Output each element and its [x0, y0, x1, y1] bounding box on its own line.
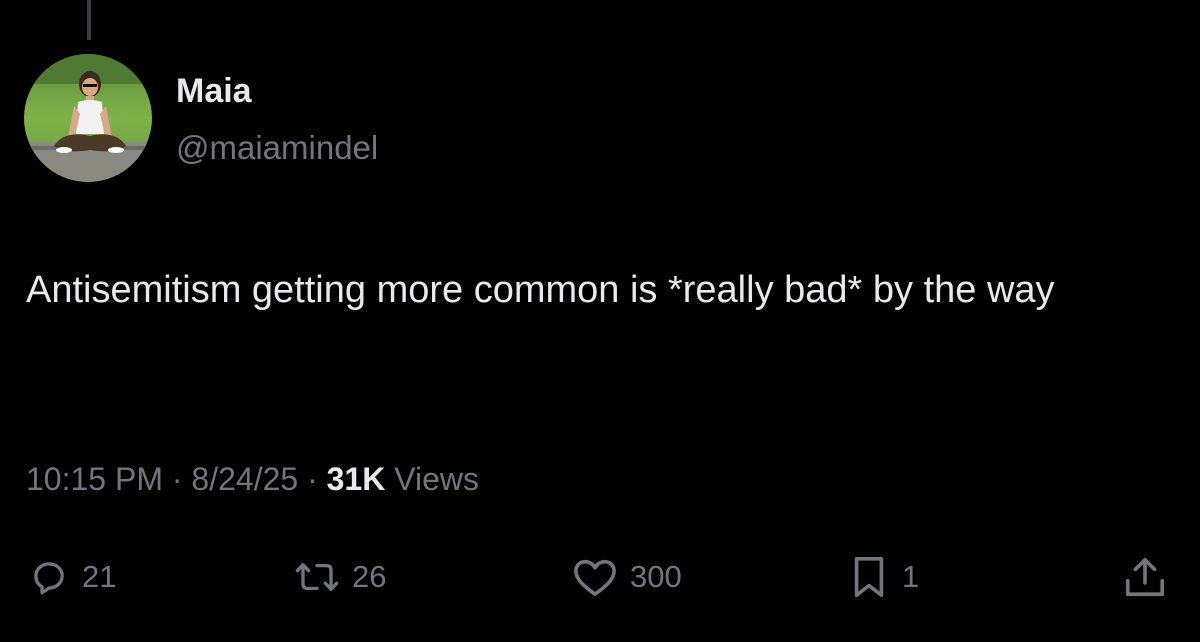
repost-count: 26: [352, 559, 387, 594]
views-count[interactable]: 31K: [327, 461, 386, 497]
author-name[interactable]: Maia: [176, 72, 252, 111]
repost-button[interactable]: 26: [294, 552, 386, 602]
share-icon: [1125, 557, 1165, 597]
thread-connector-line: [87, 0, 91, 40]
meta-separator: ·: [171, 461, 183, 497]
action-bar: 21 26 300 1: [0, 552, 1200, 602]
bookmark-button[interactable]: 1: [848, 552, 919, 602]
tweet-time[interactable]: 10:15 PM: [26, 461, 163, 497]
tweet-metadata: 10:15 PM · 8/24/25 · 31K Views: [26, 461, 479, 498]
reply-icon: [34, 562, 64, 595]
bookmark-count: 1: [902, 559, 920, 594]
profile-photo: [24, 54, 152, 182]
bookmark-icon: [854, 557, 884, 597]
meta-separator: ·: [307, 461, 318, 497]
like-count: 300: [630, 559, 682, 594]
reply-count: 21: [82, 559, 117, 594]
heart-icon: [574, 559, 616, 596]
tweet-date[interactable]: 8/24/25: [191, 461, 298, 497]
author-handle[interactable]: @maiamindel: [176, 129, 378, 167]
views-label[interactable]: Views: [394, 461, 479, 497]
like-button[interactable]: 300: [572, 552, 682, 602]
reply-button[interactable]: 21: [28, 552, 116, 602]
avatar[interactable]: [24, 54, 152, 182]
share-button[interactable]: [1122, 552, 1168, 602]
repost-icon: [295, 563, 339, 591]
tweet-text: Antisemitism getting more common is *rea…: [26, 269, 1055, 311]
